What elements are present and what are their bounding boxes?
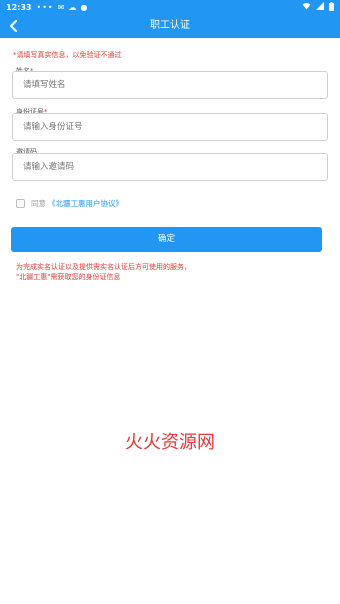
watermark: 火火资源网 [125,432,215,453]
agreement-prefix: 同意 [31,199,46,208]
agreement-row: 同意 《北疆工惠用户协议》 [16,198,123,209]
status-bar: 12:33 ••• ✉ ☁ ● [0,0,340,14]
agreement-link[interactable]: 《北疆工惠用户协议》 [48,198,123,209]
notification-icon: ● [80,2,88,12]
confirm-button[interactable]: 确定 [11,227,322,252]
status-dots: ••• [36,2,54,12]
signal-icon [316,2,324,12]
battery-icon [329,1,334,13]
name-input[interactable] [12,71,328,99]
info-text: 为完成实名认证以及提供需实名认证后方可使用的服务， "北疆工惠"需获取您的身份证… [16,262,316,282]
agreement-checkbox[interactable] [16,199,25,208]
info-line: "北疆工惠"需获取您的身份证信息 [16,273,121,281]
notice-text: *请填写真实信息，以免验证不通过 [13,51,122,59]
status-time: 12:33 [6,2,32,12]
invite-code-input[interactable] [12,153,328,181]
id-number-input[interactable] [12,113,328,141]
page-title: 职工认证 [150,20,190,31]
cloud-icon: ☁ [68,2,77,12]
toolbar: 职工认证 [0,14,340,38]
info-line: 为完成实名认证以及提供需实名认证后方可使用的服务， [16,263,191,271]
wifi-icon [302,2,311,12]
mail-icon: ✉ [57,2,65,12]
